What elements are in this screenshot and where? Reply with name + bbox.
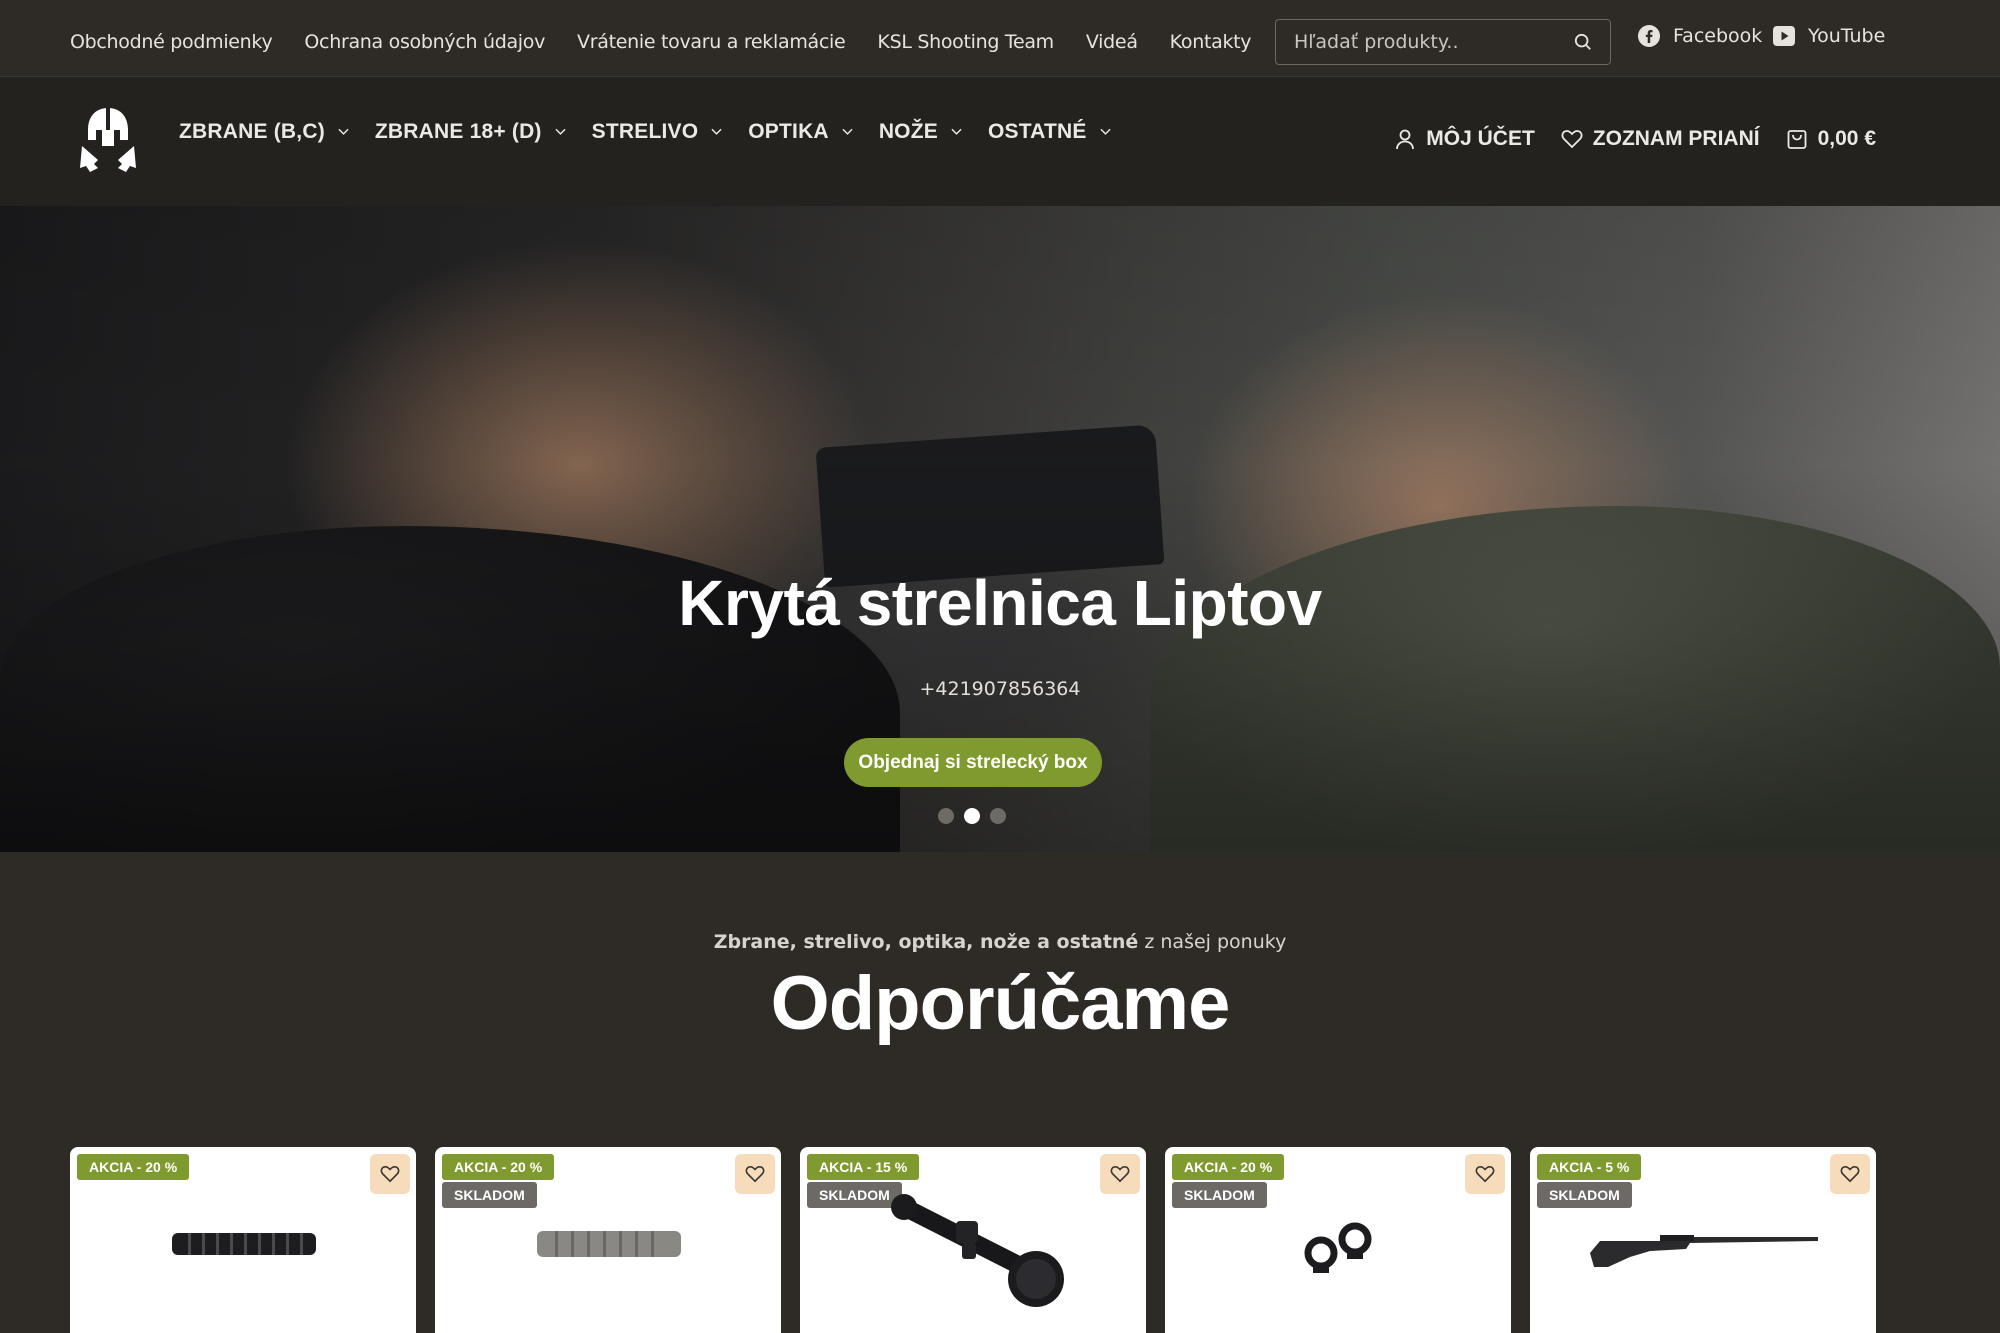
- cart-total: 0,00 €: [1817, 127, 1876, 150]
- section-title: Odporúčame: [770, 961, 1231, 1046]
- link-contacts[interactable]: Kontakty: [1170, 31, 1252, 53]
- heart-icon: [1475, 1165, 1495, 1183]
- slider-dot-3[interactable]: [990, 808, 1006, 824]
- chevron-down-icon: [338, 128, 349, 135]
- stock-badge: SKLADOM: [442, 1182, 537, 1208]
- spartan-logo[interactable]: [76, 106, 140, 178]
- link-videos[interactable]: Videá: [1086, 31, 1138, 53]
- section-subtitle-rest: z našej ponuky: [1138, 931, 1287, 953]
- chevron-down-icon: [711, 128, 722, 135]
- hero-title: Krytá strelnica Liptov: [678, 567, 1322, 639]
- product-card[interactable]: AKCIA - 20 % SKLADOM: [1165, 1147, 1511, 1333]
- scope-rings-image[interactable]: [1303, 1219, 1375, 1275]
- add-to-wishlist-button[interactable]: [1100, 1154, 1140, 1194]
- chevron-down-icon: [842, 128, 853, 135]
- section-subtitle: Zbrane, strelivo, optika, nože a ostatné…: [0, 931, 2000, 953]
- sale-badge: AKCIA - 20 %: [77, 1154, 190, 1180]
- slider-dot-2[interactable]: [964, 808, 980, 824]
- category-menu: ZBRANE (B,C) ZBRANE 18+ (D) STRELIVO OPT…: [179, 120, 1137, 144]
- link-privacy[interactable]: Ochrana osobných údajov: [304, 31, 545, 53]
- product-card[interactable]: AKCIA - 15 % SKLADOM: [800, 1147, 1146, 1333]
- nav-optics[interactable]: OPTIKA: [748, 120, 853, 144]
- order-shooting-box-button[interactable]: Objednaj si strelecký box: [844, 738, 1102, 787]
- chevron-down-icon: [1099, 128, 1111, 135]
- add-to-wishlist-button[interactable]: [1465, 1154, 1505, 1194]
- add-to-wishlist-button[interactable]: [1830, 1154, 1870, 1194]
- facebook-label: Facebook: [1673, 25, 1763, 47]
- shopping-bag-icon: [1787, 130, 1807, 149]
- nav-label: OPTIKA: [748, 120, 829, 143]
- slider-dot-1[interactable]: [938, 808, 954, 824]
- chevron-down-icon: [951, 128, 962, 135]
- youtube-icon: [1773, 26, 1795, 46]
- nav-label: ZBRANE (B,C): [179, 120, 325, 143]
- account-menu: MÔJ ÚČET ZOZNAM PRIANÍ 0,00 €: [1394, 127, 1876, 151]
- nav-other[interactable]: OSTATNÉ: [988, 120, 1111, 144]
- chevron-down-icon: [555, 128, 566, 135]
- nav-label: ZBRANE 18+ (D): [374, 120, 542, 143]
- rifle-image[interactable]: [1590, 1227, 1818, 1271]
- add-to-wishlist-button[interactable]: [370, 1154, 410, 1194]
- stock-badge: SKLADOM: [1537, 1182, 1632, 1208]
- heart-icon: [1110, 1165, 1130, 1183]
- heart-icon: [1561, 130, 1583, 149]
- nav-label: NOŽE: [878, 120, 938, 143]
- stock-badge: SKLADOM: [1172, 1182, 1267, 1208]
- sale-badge: AKCIA - 15 %: [807, 1154, 920, 1180]
- heart-icon: [1840, 1165, 1860, 1183]
- hero-phone: +421907856364: [919, 678, 1081, 700]
- nav-label: STRELIVO: [591, 120, 699, 143]
- top-bar: Obchodné podmienky Ochrana osobných údaj…: [0, 0, 2000, 77]
- sale-badge: AKCIA - 20 %: [1172, 1154, 1285, 1180]
- nav-ammo[interactable]: STRELIVO: [592, 120, 723, 144]
- search-icon[interactable]: [1574, 33, 1592, 51]
- suppressor-image[interactable]: [172, 1223, 316, 1263]
- search-box: [1275, 19, 1611, 65]
- hero-slider: Krytá strelnica Liptov +421907856364 Obj…: [0, 206, 2000, 852]
- user-icon: [1396, 129, 1415, 150]
- section-subtitle-bold: Zbrane, strelivo, optika, nože a ostatné: [713, 931, 1139, 953]
- nav-label: OSTATNÉ: [987, 120, 1087, 143]
- heart-icon: [380, 1165, 400, 1183]
- wishlist-link[interactable]: ZOZNAM PRIANÍ: [1561, 127, 1760, 151]
- youtube-link[interactable]: YouTube: [1772, 24, 1885, 48]
- product-grid: AKCIA - 20 % AKCIA - 20 % SKLADOM AKCIA …: [70, 1147, 1876, 1333]
- youtube-label: YouTube: [1808, 25, 1886, 47]
- heart-icon: [745, 1165, 765, 1183]
- nav-knives[interactable]: NOŽE: [879, 120, 962, 144]
- link-returns[interactable]: Vrátenie tovaru a reklamácie: [577, 31, 846, 53]
- suppressor-image[interactable]: [537, 1223, 681, 1263]
- my-account-label: MÔJ ÚČET: [1426, 127, 1535, 150]
- add-to-wishlist-button[interactable]: [735, 1154, 775, 1194]
- wishlist-label: ZOZNAM PRIANÍ: [1592, 127, 1760, 150]
- top-links: Obchodné podmienky Ochrana osobných údaj…: [70, 0, 1252, 84]
- rifle-scope-image[interactable]: [886, 1183, 1066, 1313]
- facebook-icon: [1638, 25, 1660, 47]
- sale-badge: AKCIA - 5 %: [1537, 1154, 1642, 1180]
- link-terms[interactable]: Obchodné podmienky: [70, 31, 273, 53]
- product-card[interactable]: AKCIA - 20 % SKLADOM: [435, 1147, 781, 1333]
- product-card[interactable]: AKCIA - 20 %: [70, 1147, 416, 1333]
- nav-weapons-bc[interactable]: ZBRANE (B,C): [179, 120, 349, 144]
- slider-dots: [938, 808, 1006, 824]
- facebook-link[interactable]: Facebook: [1637, 24, 1762, 48]
- link-shooting-team[interactable]: KSL Shooting Team: [877, 31, 1054, 53]
- cart-link[interactable]: 0,00 €: [1786, 127, 1876, 151]
- sale-badge: AKCIA - 20 %: [442, 1154, 555, 1180]
- product-card[interactable]: AKCIA - 5 % SKLADOM: [1530, 1147, 1876, 1333]
- nav-weapons-18[interactable]: ZBRANE 18+ (D): [375, 120, 566, 144]
- my-account-link[interactable]: MÔJ ÚČET: [1394, 127, 1535, 151]
- search-input[interactable]: [1294, 31, 1574, 53]
